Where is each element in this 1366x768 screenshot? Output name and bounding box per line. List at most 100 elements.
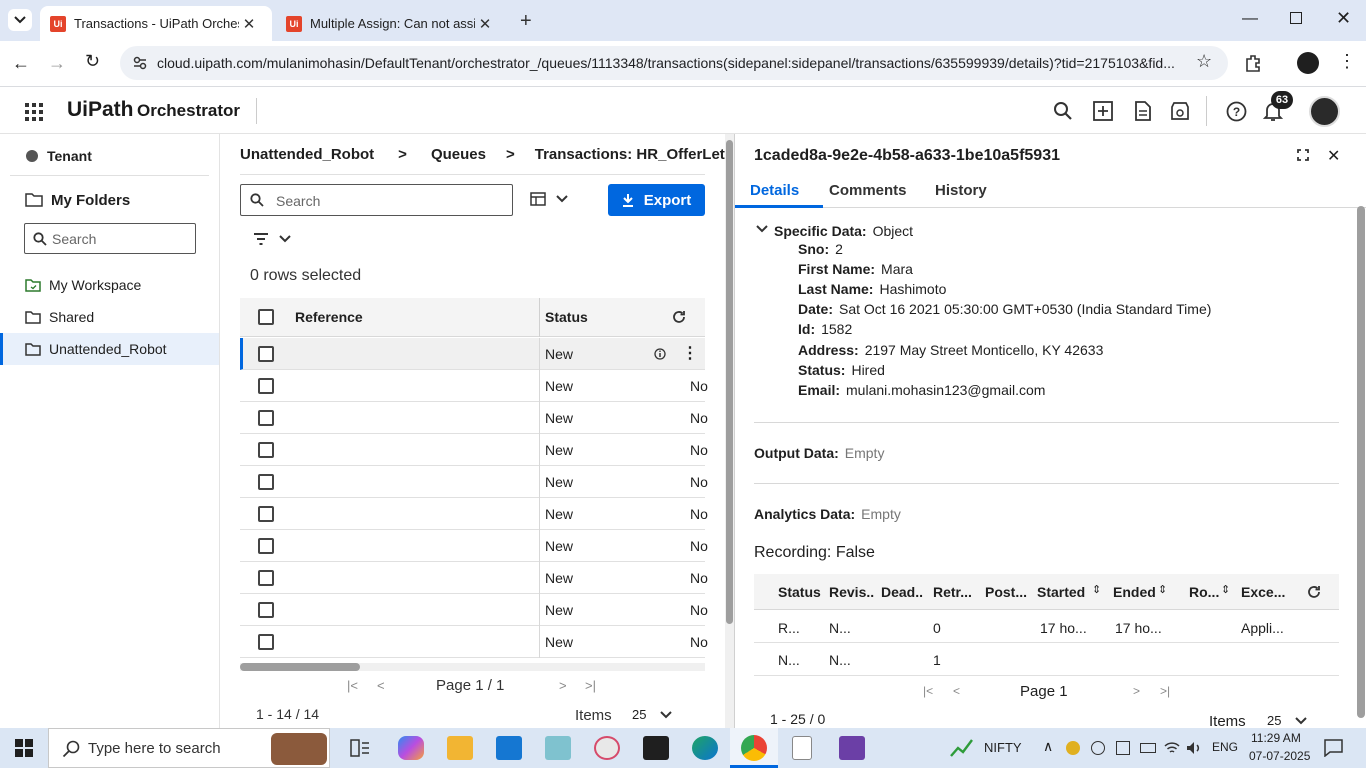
scrollbar-thumb[interactable]	[726, 140, 733, 624]
row-checkbox[interactable]	[258, 442, 274, 458]
row-checkbox[interactable]	[258, 378, 274, 394]
sidebar-item-unattended-robot[interactable]: Unattended_Robot	[0, 333, 219, 365]
tray-app-icon[interactable]	[1066, 741, 1080, 755]
search-input[interactable]: Search	[240, 184, 513, 216]
row-checkbox[interactable]	[258, 346, 274, 362]
restore-window-icon[interactable]	[1290, 12, 1302, 24]
sort-icon[interactable]: ⇕	[1221, 583, 1230, 596]
wifi-icon[interactable]	[1164, 740, 1180, 756]
table-row[interactable]: New No	[240, 498, 708, 530]
table-row[interactable]: New No	[240, 626, 708, 658]
tab-details[interactable]: Details	[735, 174, 823, 208]
mail-icon[interactable]	[496, 736, 522, 760]
column-header-reference[interactable]: Reference	[295, 309, 363, 325]
stock-chart-icon[interactable]	[950, 738, 974, 758]
speaker-icon[interactable]	[1186, 740, 1202, 756]
notepad-icon[interactable]	[792, 736, 812, 760]
browser-menu-icon[interactable]: ⋮	[1338, 51, 1356, 72]
select-all-checkbox[interactable]	[258, 309, 274, 325]
bookmark-star-icon[interactable]: ☆	[1196, 51, 1212, 72]
document-icon[interactable]	[1134, 101, 1152, 121]
info-icon[interactable]	[654, 348, 666, 360]
column-header-exception[interactable]: Exce...	[1241, 574, 1285, 610]
tab-comments[interactable]: Comments	[829, 182, 907, 199]
windows-start-icon[interactable]	[15, 739, 33, 757]
first-page-icon[interactable]: |<	[347, 678, 358, 693]
column-header-started[interactable]: Started	[1037, 574, 1085, 610]
export-button[interactable]: Export	[608, 184, 705, 216]
table-row[interactable]: New No	[240, 370, 708, 402]
user-avatar[interactable]	[1309, 96, 1340, 127]
table-row[interactable]: New No	[240, 530, 708, 562]
column-header-ended[interactable]: Ended	[1113, 574, 1156, 610]
chevron-up-icon[interactable]: ∧	[1043, 738, 1053, 755]
first-page-icon[interactable]: |<	[923, 684, 933, 698]
breadcrumb-queues[interactable]: Queues	[431, 146, 486, 163]
chevron-down-icon[interactable]	[756, 225, 768, 233]
copilot-icon[interactable]	[398, 736, 424, 760]
file-explorer-icon[interactable]	[447, 736, 473, 760]
reload-icon[interactable]: ↻	[85, 51, 100, 72]
close-icon[interactable]: ✕	[475, 15, 495, 33]
clock-time[interactable]: 11:29 AM	[1251, 731, 1301, 745]
tab-history[interactable]: History	[935, 182, 987, 199]
tray-app-icon[interactable]	[1091, 741, 1105, 755]
folder-search-input[interactable]: Search	[24, 223, 196, 254]
table-row[interactable]: N... N... 1	[754, 644, 1339, 676]
nifty-ticker[interactable]: NIFTY	[984, 740, 1022, 755]
column-header-status[interactable]: Status	[778, 574, 821, 610]
close-panel-icon[interactable]: ✕	[1327, 146, 1340, 166]
column-divider[interactable]	[539, 298, 540, 337]
column-header-status[interactable]: Status	[545, 309, 588, 325]
refresh-icon[interactable]	[1307, 585, 1321, 599]
search-icon[interactable]	[1053, 101, 1073, 121]
sort-icon[interactable]: ⇕	[1158, 583, 1167, 596]
app-launcher-grid-icon[interactable]	[25, 103, 43, 121]
notification-center-icon[interactable]	[1324, 739, 1343, 757]
filter-button[interactable]	[253, 233, 291, 245]
language-indicator[interactable]: ENG	[1212, 740, 1238, 754]
battery-icon[interactable]	[1140, 743, 1156, 753]
row-checkbox[interactable]	[258, 634, 274, 650]
minimize-window-icon[interactable]: —	[1242, 10, 1258, 28]
expand-icon[interactable]	[1297, 149, 1309, 161]
column-header-postpone[interactable]: Post...	[985, 574, 1027, 610]
help-icon[interactable]: ?	[1226, 101, 1247, 122]
row-checkbox[interactable]	[258, 538, 274, 554]
items-per-page-select[interactable]: 25	[632, 707, 673, 722]
row-checkbox[interactable]	[258, 506, 274, 522]
table-row[interactable]: New No	[240, 434, 708, 466]
extensions-puzzle-icon[interactable]	[1244, 53, 1264, 73]
sidebar-item-shared[interactable]: Shared	[0, 301, 219, 333]
add-icon[interactable]	[1093, 101, 1113, 121]
back-arrow-icon[interactable]: ←	[12, 53, 30, 74]
vertical-scrollbar[interactable]	[725, 134, 734, 728]
task-view-icon[interactable]	[350, 739, 370, 757]
sidebar-item-my-workspace[interactable]: My Workspace	[0, 269, 219, 301]
address-bar[interactable]: cloud.uipath.com/mulanimohasin/DefaultTe…	[120, 46, 1228, 80]
horizontal-scrollbar[interactable]	[240, 663, 705, 671]
tenant-item[interactable]: Tenant	[0, 140, 219, 172]
clock-date[interactable]: 07-07-2025	[1249, 749, 1310, 763]
store-icon[interactable]	[1170, 101, 1190, 121]
column-header-revision[interactable]: Revis..	[829, 574, 874, 610]
refresh-icon[interactable]	[672, 310, 686, 324]
vertical-scrollbar[interactable]	[1357, 206, 1365, 718]
tray-app-icon[interactable]	[1116, 741, 1130, 755]
scrollbar-thumb[interactable]	[240, 663, 360, 671]
profile-avatar[interactable]	[1297, 52, 1319, 74]
column-header-retry[interactable]: Retr...	[933, 574, 972, 610]
browser-tab-transactions[interactable]: Ui Transactions - UiPath Orchestra ✕	[40, 6, 272, 41]
table-row[interactable]: New No	[240, 594, 708, 626]
last-page-icon[interactable]: >|	[1160, 684, 1170, 698]
prev-page-icon[interactable]: <	[377, 678, 385, 693]
last-page-icon[interactable]: >|	[585, 678, 596, 693]
table-row[interactable]: New No	[240, 562, 708, 594]
table-row[interactable]: New No	[240, 466, 708, 498]
row-checkbox[interactable]	[258, 602, 274, 618]
taskbar-search-box[interactable]: Type here to search	[48, 728, 330, 768]
sort-icon[interactable]: ⇕	[1092, 583, 1101, 596]
column-picker-button[interactable]	[530, 192, 568, 206]
edge-browser-icon[interactable]	[692, 736, 718, 760]
snipping-tool-icon[interactable]	[594, 736, 620, 760]
